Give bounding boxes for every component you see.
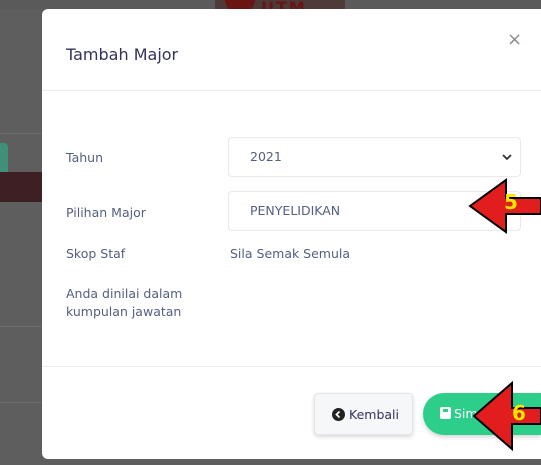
save-icon [440, 407, 451, 419]
annotation-step-5: 5 [504, 190, 518, 214]
tahun-label: Tahun [66, 150, 103, 165]
modal-footer-divider [42, 366, 541, 367]
annotation-step-6: 6 [512, 401, 526, 425]
chevron-left-circle-icon [332, 408, 345, 421]
major-label: Pilihan Major [66, 205, 146, 220]
skop-label: Skop Staf [66, 246, 126, 261]
modal-header: Tambah Major × [42, 9, 541, 91]
annotation-arrow-6 [472, 381, 541, 451]
close-icon[interactable]: × [507, 31, 522, 49]
modal-title: Tambah Major [66, 45, 179, 64]
kumpulan-label: Anda dinilai dalam kumpulan jawatan [66, 286, 183, 319]
tahun-select-value: 2021 [250, 149, 282, 164]
major-field-value: PENYELIDIKAN [250, 203, 341, 218]
tahun-select[interactable]: 2021 [228, 137, 521, 177]
add-major-modal: Tambah Major × Tahun 2021 Pilihan Major … [42, 9, 541, 459]
back-button[interactable]: Kembali [314, 393, 413, 435]
back-button-label: Kembali [349, 407, 399, 422]
skop-value: Sila Semak Semula [230, 246, 351, 261]
